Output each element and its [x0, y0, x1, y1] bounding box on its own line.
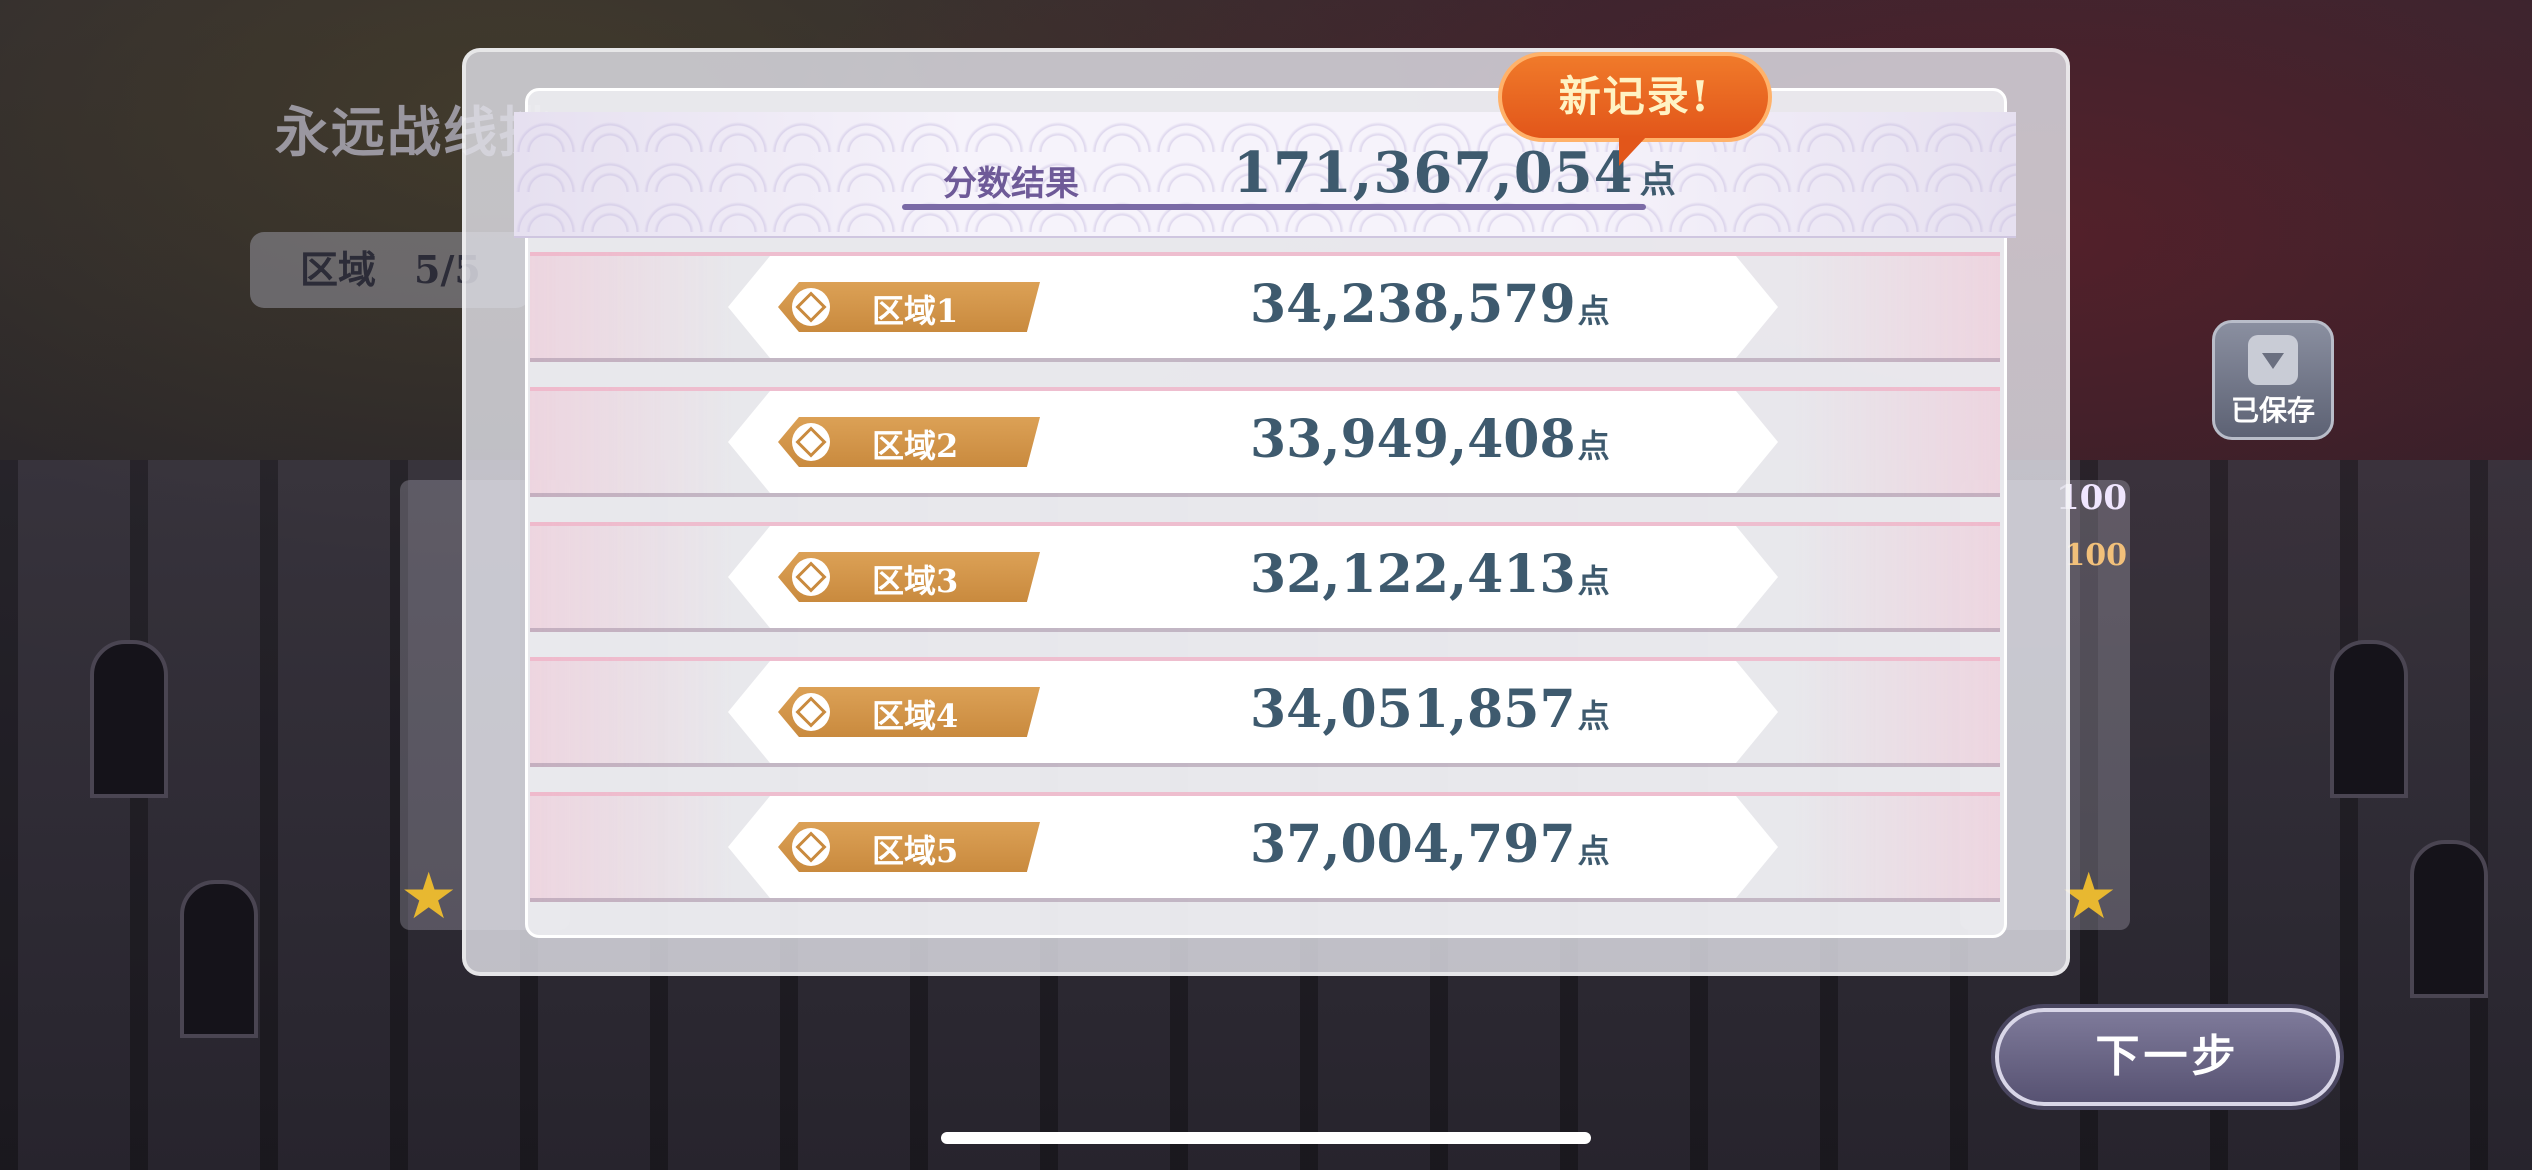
arch-window — [90, 640, 168, 798]
zone-diamond-icon — [792, 693, 830, 731]
saved-button[interactable]: 已保存 — [2212, 320, 2334, 440]
zone-label: 区域2 — [872, 427, 959, 465]
saved-label: 已保存 — [2230, 394, 2315, 427]
zone-label: 区域5 — [872, 832, 959, 870]
zone-diamond-icon — [792, 558, 830, 596]
zone-row: 区域2 33,949,408点 — [530, 387, 2000, 497]
zone-diamond-icon — [792, 828, 830, 866]
zone-label: 区域3 — [872, 562, 959, 600]
zone-score: 37,004,797点 — [1250, 814, 1610, 875]
home-indicator[interactable] — [941, 1132, 1591, 1144]
zone-diamond-icon — [792, 423, 830, 461]
zone-score: 32,122,413点 — [1250, 544, 1610, 605]
next-step-button[interactable]: 下一步 — [1995, 1008, 2340, 1106]
arch-window — [180, 880, 258, 1038]
zone-label: 区域4 — [872, 697, 959, 735]
star-icon: ★ — [400, 860, 458, 934]
new-record-badge: 新记录! — [1498, 52, 1772, 142]
arch-window — [2330, 640, 2408, 798]
zone-row: 区域3 32,122,413点 — [530, 522, 2000, 632]
level-value-secondary: 100 — [2064, 538, 2127, 573]
zone-row: 区域4 34,051,857点 — [530, 657, 2000, 767]
zone-label: 区域1 — [872, 292, 959, 330]
zone-row: 区域1 34,238,579点 — [530, 252, 2000, 362]
zone-score: 33,949,408点 — [1250, 409, 1610, 470]
total-score: 171,367,054 点 — [1233, 140, 1677, 206]
zone-diamond-icon — [792, 288, 830, 326]
arch-window — [2410, 840, 2488, 998]
download-box-icon — [2248, 335, 2298, 385]
score-unit: 点 — [1639, 159, 1677, 201]
zone-score: 34,238,579点 — [1250, 274, 1610, 335]
score-underline — [902, 204, 1646, 210]
zone-row: 区域5 37,004,797点 — [530, 792, 2000, 902]
score-result-label: 分数结果 — [943, 164, 1079, 204]
zone-score: 34,051,857点 — [1250, 679, 1610, 740]
